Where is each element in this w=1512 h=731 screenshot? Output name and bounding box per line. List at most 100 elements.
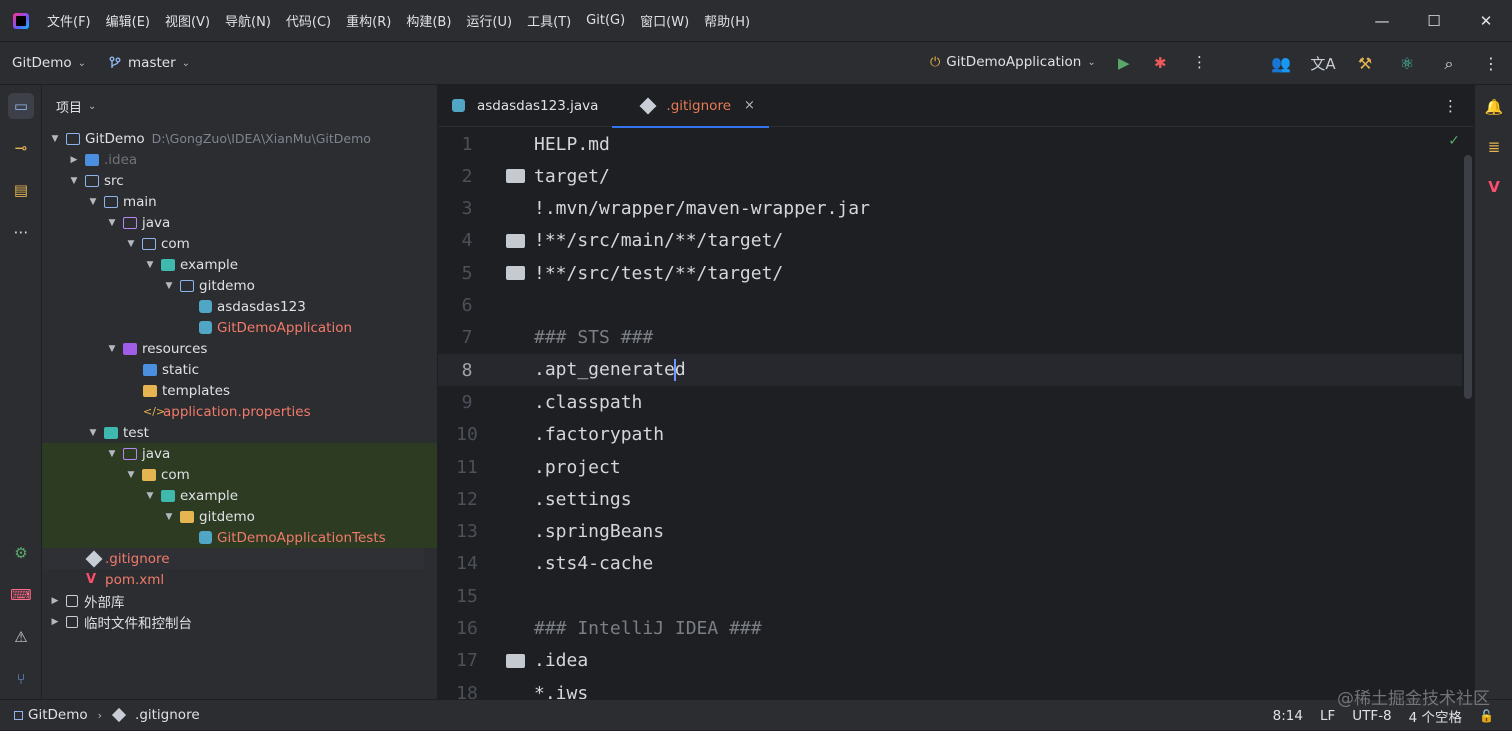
folder-gutter-icon[interactable] [505,266,525,281]
chevron-right-icon[interactable]: ▶ [48,596,62,606]
chevron-right-icon[interactable]: ▶ [48,617,62,627]
branch-selector[interactable]: master ⌄ [108,55,190,71]
tree-node-com[interactable]: ▼ com [42,233,437,254]
code-line[interactable]: 17 .idea [438,645,1462,677]
code-line[interactable]: 3 !.mvn/wrapper/maven-wrapper.jar [438,193,1462,225]
code-line[interactable]: 6 [438,290,1462,322]
code-line[interactable]: 8 .apt_generated [438,354,1462,387]
code-line[interactable]: 14 .sts4-cache [438,548,1462,580]
run-icon[interactable]: ▶ [1118,54,1130,72]
code-line[interactable]: 12 .settings [438,483,1462,515]
chevron-down-icon[interactable]: ▼ [143,260,157,270]
tree-node-resources[interactable]: ▼ resources [42,338,437,359]
file-encoding[interactable]: UTF-8 [1352,708,1391,724]
code-line[interactable]: 11 .project [438,451,1462,483]
folder-gutter-icon[interactable] [505,653,525,668]
lock-icon[interactable]: 🔓 [1479,709,1494,723]
intellij-logo-icon[interactable] [13,12,29,29]
tree-node-java[interactable]: ▼ java [42,212,437,233]
chevron-down-icon[interactable]: ▼ [105,344,119,354]
tree-node-external-libraries[interactable]: ▶ 外部库 [42,590,437,611]
chevron-down-icon[interactable]: ▼ [162,512,176,522]
chevron-down-icon[interactable]: ▼ [67,176,81,186]
commit-tool-icon[interactable]: ⊸ [8,135,34,161]
menu-window[interactable]: 窗口(W) [640,11,689,30]
close-tab-icon[interactable]: × [744,98,755,113]
code-line[interactable]: 2 target/ [438,160,1462,192]
more-tools-icon[interactable]: ⋯ [8,219,34,245]
structure-tool-icon[interactable]: ▤ [8,177,34,203]
tab-gitignore[interactable]: .gitignore × [612,85,769,128]
chevron-down-icon[interactable]: ▼ [86,197,100,207]
menu-help[interactable]: 帮助(H) [704,11,750,30]
menu-git[interactable]: Git(G) [586,13,625,28]
code-line[interactable]: 15 [438,580,1462,612]
project-tool-icon[interactable]: ▭ [8,93,34,119]
terminal-tool-icon[interactable]: ⌨ [8,582,34,608]
code-line[interactable]: 5 !**/src/test/**/target/ [438,257,1462,289]
tree-node-pom[interactable]: V pom.xml [42,569,437,590]
atom-plugin-icon[interactable]: ⚛ [1386,54,1428,73]
folder-gutter-icon[interactable] [505,169,525,184]
folder-gutter-icon[interactable] [505,233,525,248]
database-icon[interactable]: ≣ [1482,135,1506,159]
tree-node-idea[interactable]: ▶ .idea [42,149,437,170]
vertical-scrollbar[interactable] [1464,155,1472,399]
build-tools-icon[interactable]: ⚒ [1344,54,1386,73]
tree-node-scratches[interactable]: ▶ 临时文件和控制台 [42,611,437,632]
debug-icon[interactable]: ✱ [1154,54,1167,72]
tree-node-test-example[interactable]: ▼ example [42,485,437,506]
menu-tools[interactable]: 工具(T) [527,11,571,30]
code-line[interactable]: 1 HELP.md [438,128,1462,160]
chevron-down-icon[interactable]: ▼ [124,239,138,249]
menu-code[interactable]: 代码(C) [286,11,331,30]
more-actions-icon[interactable]: ⋮ [1192,53,1207,71]
run-config-selector[interactable]: ⏻ GitDemoApplication ⌄ [930,54,1096,70]
chevron-down-icon[interactable]: ▼ [48,134,62,144]
tree-node-application-properties[interactable]: </> application.properties [42,401,437,422]
menu-run[interactable]: 运行(U) [466,11,512,30]
chevron-right-icon[interactable]: ▶ [67,155,81,165]
menu-view[interactable]: 视图(V) [165,11,210,30]
code-line[interactable]: 10 .factorypath [438,419,1462,451]
menu-navigate[interactable]: 导航(N) [225,11,271,30]
chevron-down-icon[interactable]: ▼ [143,491,157,501]
search-icon[interactable]: ⌕ [1428,54,1470,74]
tree-node-main[interactable]: ▼ main [42,191,437,212]
tree-node-test-com[interactable]: ▼ com [42,464,437,485]
chevron-down-icon[interactable]: ▼ [105,218,119,228]
tab-actions-icon[interactable]: ⋮ [1443,97,1458,115]
menu-edit[interactable]: 编辑(E) [106,11,150,30]
code-line[interactable]: 7 ### STS ### [438,322,1462,354]
menu-file[interactable]: 文件(F) [47,11,91,30]
menu-build[interactable]: 构建(B) [406,11,451,30]
chevron-down-icon[interactable]: ▼ [124,470,138,480]
tree-node-example[interactable]: ▼ example [42,254,437,275]
chevron-down-icon[interactable]: ▼ [162,281,176,291]
statusbar-file[interactable]: .gitignore [135,707,200,723]
code-line[interactable]: 16 ### IntelliJ IDEA ### [438,613,1462,645]
statusbar-project[interactable]: GitDemo [28,707,88,723]
services-tool-icon[interactable]: ⚙ [8,540,34,566]
tree-node-gitignore[interactable]: .gitignore [42,548,424,569]
project-panel-header[interactable]: 项目 ⌄ [42,85,437,127]
tree-node-static[interactable]: static [42,359,437,380]
more-icon[interactable]: ⋮ [1470,54,1512,73]
tree-node-templates[interactable]: templates [42,380,437,401]
code-with-me-icon[interactable]: 👥 [1260,54,1302,73]
minimize-button[interactable]: — [1356,12,1408,30]
tree-node-asdasdas123[interactable]: asdasdas123 [42,296,437,317]
tree-node-test-gitdemo[interactable]: ▼ gitdemo [42,506,437,527]
project-selector[interactable]: GitDemo ⌄ [12,55,86,71]
tree-node-test[interactable]: ▼ test [42,422,437,443]
translate-icon[interactable]: 文A [1302,53,1344,74]
tab-asdasdas123-java[interactable]: asdasdas123.java [438,85,612,127]
maximize-button[interactable]: ☐ [1408,12,1460,30]
code-line[interactable]: 4 !**/src/main/**/target/ [438,225,1462,257]
problems-tool-icon[interactable]: ⚠ [8,624,34,650]
notifications-icon[interactable]: 🔔 [1482,95,1506,119]
tree-node-src[interactable]: ▼ src [42,170,437,191]
tree-node-test-java[interactable]: ▼ java [42,443,437,464]
chevron-down-icon[interactable]: ▼ [105,449,119,459]
caret-position[interactable]: 8:14 [1273,708,1303,724]
